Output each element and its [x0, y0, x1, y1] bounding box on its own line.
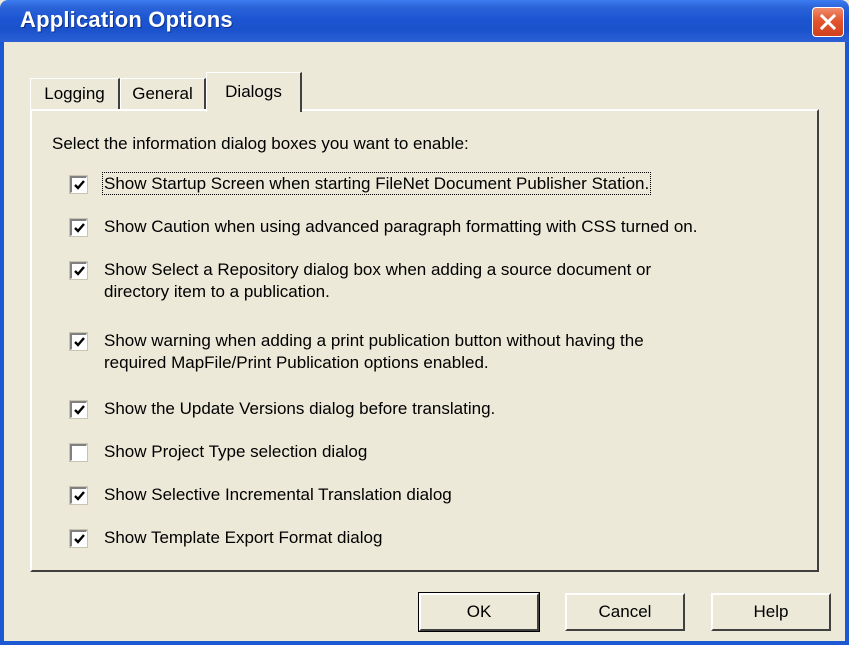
application-options-dialog: Application Options Logging General Dial… [0, 0, 849, 645]
option-text: Show Selective Incremental Translation d… [104, 485, 452, 504]
tab-logging[interactable]: Logging [30, 78, 120, 110]
ok-button[interactable]: OK [418, 592, 540, 632]
option-label: Show Selective Incremental Translation d… [104, 484, 794, 506]
title-bar[interactable]: Application Options [0, 0, 849, 42]
option-text: Show Caution when using advanced paragra… [104, 217, 698, 236]
instructions-text: Select the information dialog boxes you … [52, 134, 469, 153]
option-label: Show Caution when using advanced paragra… [104, 216, 794, 238]
checkbox[interactable] [69, 400, 88, 419]
option-label: Show warning when adding a print publica… [104, 330, 794, 374]
checkmark-icon [74, 534, 85, 544]
checkbox[interactable] [69, 443, 88, 462]
checkmark-icon [74, 223, 85, 233]
help-button[interactable]: Help [711, 593, 831, 631]
option-text: Show Startup Screen when starting FileNe… [101, 172, 652, 195]
option-label: Show Template Export Format dialog [104, 527, 794, 549]
option-text-line: Show Select a Repository dialog box when… [104, 260, 652, 279]
window-frame-left [0, 42, 4, 645]
option-text: Show the Update Versions dialog before t… [104, 399, 496, 418]
option-text-line: Show warning when adding a print publica… [104, 331, 644, 350]
window-title: Application Options [20, 7, 233, 32]
checkmark-icon [74, 180, 85, 190]
option-label: Show Project Type selection dialog [104, 441, 794, 463]
checkmark-icon [74, 405, 85, 415]
option-text: Show Project Type selection dialog [104, 442, 368, 461]
cancel-button[interactable]: Cancel [565, 593, 685, 631]
tab-label: Logging [44, 84, 105, 103]
tab-label: General [132, 84, 193, 103]
checkbox[interactable] [69, 218, 88, 237]
option-label: Show the Update Versions dialog before t… [104, 398, 794, 420]
checkbox[interactable] [69, 175, 88, 194]
close-x-icon [820, 14, 836, 30]
option-label: Show Select a Repository dialog box when… [104, 259, 794, 303]
checkmark-icon [74, 491, 85, 501]
close-button[interactable] [812, 7, 844, 37]
window-frame-right [845, 42, 849, 645]
checkmark-icon [74, 266, 85, 276]
option-label: Show Startup Screen when starting FileNe… [101, 172, 794, 195]
tab-label: Dialogs [225, 82, 282, 101]
checkbox[interactable] [69, 486, 88, 505]
option-text-line: required MapFile/Print Publication optio… [104, 353, 489, 372]
checkmark-icon [74, 337, 85, 347]
checkbox[interactable] [69, 529, 88, 548]
checkbox[interactable] [69, 332, 88, 351]
tab-general[interactable]: General [120, 78, 206, 110]
option-text: Show Template Export Format dialog [104, 528, 383, 547]
tab-dialogs[interactable]: Dialogs [206, 72, 302, 112]
window-frame-bottom [0, 641, 849, 645]
checkbox[interactable] [69, 261, 88, 280]
option-text-line: directory item to a publication. [104, 282, 330, 301]
